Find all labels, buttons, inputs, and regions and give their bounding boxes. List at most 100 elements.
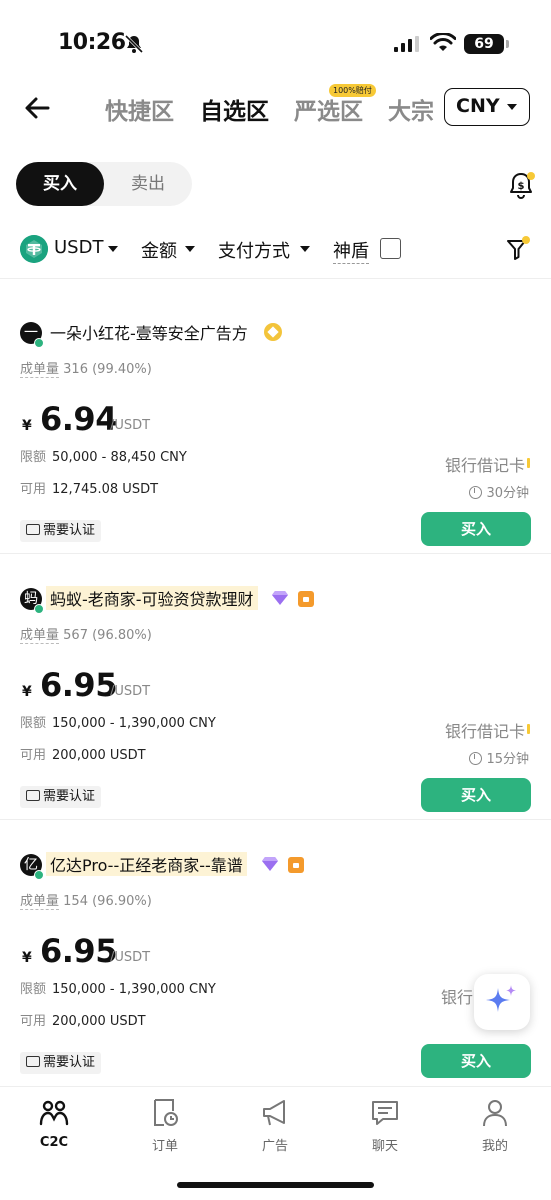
available-value: 200,000 USDT <box>52 748 146 763</box>
trade-stats: 成单量 154 (96.90%) <box>20 890 152 910</box>
top-nav: 快捷区 自选区 严选区 100%赔付 大宗 CNY <box>0 80 551 140</box>
currency-select[interactable]: CNY <box>444 88 530 126</box>
available-value: 200,000 USDT <box>52 1014 146 1029</box>
chevron-down-icon <box>300 246 310 252</box>
price-currency-symbol: ¥ <box>22 684 32 700</box>
payment-filter[interactable]: 支付方式 <box>218 237 290 263</box>
buy-button[interactable]: 买入 <box>421 778 531 812</box>
diamond-badge-icon <box>272 591 288 605</box>
online-status-dot <box>34 338 44 348</box>
deposit-lock-icon <box>298 591 314 607</box>
payment-method: 银行 <box>440 988 473 1007</box>
tab-profile[interactable]: 我的 <box>455 1097 535 1154</box>
buy-button[interactable]: 买入 <box>421 512 531 546</box>
tab-label: 广告 <box>261 1139 288 1154</box>
tab-c2c[interactable]: C2C <box>14 1097 94 1150</box>
online-status-dot <box>34 870 44 880</box>
tab-selected[interactable]: 严选区 <box>294 92 363 126</box>
guarantee-badge: 100%赔付 <box>329 84 376 97</box>
signal-icon <box>394 36 419 52</box>
limit-value: 150,000 - 1,390,000 CNY <box>52 982 216 997</box>
limit-label: 限额 <box>20 716 47 731</box>
stats-value: 154 (96.90%) <box>63 894 152 909</box>
limit-row: 限额 150,000 - 1,390,000 CNY <box>20 978 216 997</box>
trade-side-toggle: 买入 卖出 <box>16 162 192 206</box>
chevron-down-icon <box>507 104 517 110</box>
available-label: 可用 <box>20 1014 47 1029</box>
payment-color-bar <box>527 724 530 734</box>
price-alert-bell-icon[interactable]: $ <box>506 170 536 200</box>
limit-label: 限额 <box>20 982 47 997</box>
available-value: 12,745.08 USDT <box>52 482 159 497</box>
id-card-icon <box>26 790 40 801</box>
chevron-down-icon <box>185 246 195 252</box>
battery-indicator: 69 <box>464 34 509 54</box>
price: 6.94 <box>40 400 117 438</box>
gold-merchant-icon <box>264 323 282 341</box>
filter-funnel-icon[interactable] <box>506 236 530 262</box>
amount-filter[interactable]: 金额 <box>141 237 177 263</box>
stats-label: 成单量 <box>20 628 60 644</box>
deposit-lock-icon <box>288 857 304 873</box>
person-icon <box>483 1100 507 1127</box>
price-unit: /USDT <box>110 684 151 699</box>
status-bar: 10:26 69 <box>0 0 551 80</box>
price: 6.95 <box>40 932 117 970</box>
kyc-label: 需要认证 <box>43 789 96 804</box>
price-currency-symbol: ¥ <box>22 418 32 434</box>
megaphone-icon <box>263 1100 285 1126</box>
kyc-label: 需要认证 <box>43 523 96 538</box>
filter-row: USDT 金额 支付方式 神盾 <box>0 228 551 270</box>
stats-value: 316 (99.40%) <box>63 362 152 377</box>
svg-text:$: $ <box>518 181 525 192</box>
available-row: 可用 200,000 USDT <box>20 1010 146 1029</box>
tab-orders[interactable]: 订单 <box>125 1097 205 1154</box>
available-row: 可用 200,000 USDT <box>20 744 146 763</box>
chat-icon <box>372 1101 398 1125</box>
tab-label: 订单 <box>151 1139 178 1154</box>
payment-time-limit: 30分钟 <box>469 482 529 501</box>
payment-time-limit: 15分钟 <box>469 748 529 767</box>
tab-bulk[interactable]: 大宗 <box>388 92 434 126</box>
time-limit-value: 30分钟 <box>486 486 529 501</box>
limit-label: 限额 <box>20 450 47 465</box>
diamond-badge-icon <box>262 857 278 871</box>
kyc-required-tag: 需要认证 <box>20 1052 102 1074</box>
tab-quick[interactable]: 快捷区 <box>105 92 174 126</box>
shield-filter-label: 神盾 <box>333 237 369 264</box>
currency-value: CNY <box>456 95 500 117</box>
clock-icon <box>469 486 483 499</box>
price: 6.95 <box>40 666 117 704</box>
limit-row: 限额 50,000 - 88,450 CNY <box>20 446 187 465</box>
stats-value: 567 (96.80%) <box>63 628 152 643</box>
stats-label: 成单量 <box>20 894 60 910</box>
listing-card: 亿 亿达Pro--正经老商家--靠谱 成单量 154 (96.90%) ¥ 6.… <box>0 820 551 1086</box>
payment-method: 银行借记卡 <box>444 722 525 741</box>
kyc-required-tag: 需要认证 <box>20 786 102 808</box>
buy-button[interactable]: 买入 <box>421 1044 531 1078</box>
merchant-name[interactable]: 亿达Pro--正经老商家--靠谱 <box>46 852 247 876</box>
arrow-left-icon[interactable] <box>22 92 54 124</box>
coin-filter[interactable]: USDT <box>54 237 103 258</box>
merchant-name[interactable]: 一朵小红花-壹等安全广告方 <box>50 320 248 344</box>
bell-off-icon <box>124 34 144 54</box>
merchant-name[interactable]: 蚂蚁-老商家-可验资贷款理财 <box>46 586 258 610</box>
sell-toggle[interactable]: 卖出 <box>104 162 192 206</box>
stats-label: 成单量 <box>20 362 60 378</box>
tab-chat[interactable]: 聊天 <box>345 1097 425 1154</box>
tab-ads[interactable]: 广告 <box>235 1097 315 1154</box>
buy-toggle[interactable]: 买入 <box>16 162 104 206</box>
time-limit-value: 15分钟 <box>486 752 529 767</box>
usdt-coin-icon <box>20 235 48 263</box>
ai-assistant-button[interactable] <box>474 974 530 1030</box>
listing-card: 一 一朵小红花-壹等安全广告方 成单量 316 (99.40%) ¥ 6.94 … <box>0 288 551 554</box>
payment-color-bar <box>527 458 530 468</box>
divider <box>0 278 551 279</box>
tab-label: 聊天 <box>371 1139 398 1154</box>
id-card-icon <box>26 1056 40 1067</box>
tab-favorites[interactable]: 自选区 <box>200 92 269 126</box>
price-currency-symbol: ¥ <box>22 950 32 966</box>
shield-checkbox[interactable] <box>380 238 401 259</box>
price-unit: /USDT <box>110 418 151 433</box>
trade-stats: 成单量 316 (99.40%) <box>20 358 152 378</box>
